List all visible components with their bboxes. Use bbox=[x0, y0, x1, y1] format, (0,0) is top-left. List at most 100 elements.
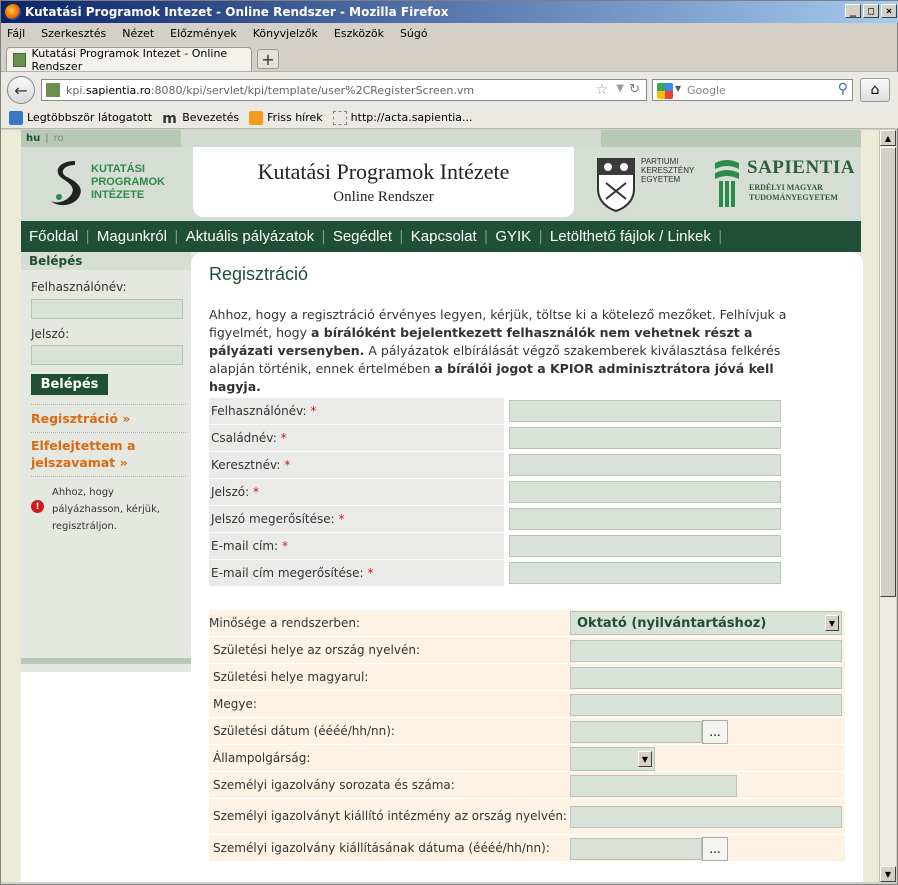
menu-bookmarks[interactable]: Könyvjelzők bbox=[253, 27, 318, 40]
id-issue-date-input[interactable] bbox=[570, 838, 702, 860]
form-label: Jelszó megerősítése: * bbox=[209, 506, 504, 533]
label-text: E-mail cím megerősítése: bbox=[211, 566, 364, 580]
lang-hu[interactable]: hu bbox=[26, 133, 40, 144]
nav-calls[interactable]: Aktuális pályázatok bbox=[186, 228, 314, 245]
username-input[interactable] bbox=[509, 400, 781, 422]
birthplace-native-input[interactable] bbox=[570, 640, 842, 662]
pke-line: KERESZTÉNY bbox=[641, 166, 695, 175]
login-heading: Belépés bbox=[21, 252, 191, 270]
county-input[interactable] bbox=[570, 694, 842, 716]
lang-separator: | bbox=[45, 133, 49, 144]
search-placeholder: Google bbox=[687, 83, 726, 97]
form-row-email-confirm: E-mail cím megerősítése: * bbox=[209, 560, 795, 587]
menu-help[interactable]: Súgó bbox=[400, 27, 428, 40]
nav-help[interactable]: Segédlet bbox=[333, 228, 392, 245]
main-content: Regisztráció Ahhoz, hogy a regisztráció … bbox=[191, 252, 863, 882]
required-mark: * bbox=[281, 539, 288, 553]
form-label: E-mail cím: * bbox=[209, 533, 504, 560]
vertical-scrollbar[interactable]: ▲ ▼ bbox=[879, 130, 896, 882]
search-bar[interactable]: ▼ Google ⚲ bbox=[652, 79, 853, 101]
scroll-thumb[interactable] bbox=[880, 147, 896, 597]
birthdate-picker-button[interactable]: ... bbox=[702, 720, 728, 744]
sapientia-sub-line: ERDÉLYI MAGYAR bbox=[749, 183, 823, 192]
bookmark-acta[interactable]: http://acta.sapientia... bbox=[332, 110, 473, 125]
url-dropdown-icon[interactable]: ▼ bbox=[616, 83, 624, 94]
email-confirm-input[interactable] bbox=[509, 562, 781, 584]
search-icon[interactable]: ⚲ bbox=[838, 81, 848, 97]
login-username-input[interactable] bbox=[31, 299, 183, 319]
nav-home[interactable]: Főoldal bbox=[29, 228, 78, 245]
menu-edit[interactable]: Szerkesztés bbox=[41, 27, 106, 40]
form-row-birthplace-hu: Születési helye magyarul: bbox=[209, 664, 845, 691]
nav-downloads[interactable]: Letölthető fájlok / Linkek bbox=[550, 228, 711, 245]
form-row-citizenship: Állampolgárság: ▼ bbox=[209, 745, 845, 772]
m-icon: m bbox=[162, 110, 177, 127]
id-issuer-input[interactable] bbox=[570, 806, 842, 828]
site-favicon-icon bbox=[13, 52, 26, 67]
id-issue-date-picker-button[interactable]: ... bbox=[702, 837, 728, 861]
minimize-button[interactable]: _ bbox=[845, 4, 861, 18]
url-path: :8080/kpi/servlet/kpi/template/user%2CRe… bbox=[150, 83, 475, 97]
password-input[interactable] bbox=[509, 481, 781, 503]
bookmark-intro[interactable]: m Bevezetés bbox=[162, 110, 239, 127]
login-password-input[interactable] bbox=[31, 345, 183, 365]
password-confirm-input[interactable] bbox=[509, 508, 781, 530]
pke-line: PARTIUMI bbox=[641, 157, 679, 166]
tab-active[interactable]: Kutatási Programok Intezet - Online Rend… bbox=[6, 46, 252, 73]
google-icon[interactable] bbox=[657, 83, 673, 99]
required-mark: * bbox=[338, 512, 345, 526]
scroll-down-icon[interactable]: ▼ bbox=[880, 866, 896, 882]
form-row-password-confirm: Jelszó megerősítése: * bbox=[209, 506, 795, 533]
birthdate-input[interactable] bbox=[570, 721, 702, 743]
label-text: Keresztnév: bbox=[211, 458, 281, 472]
bookmark-star-icon[interactable]: ☆ bbox=[595, 82, 608, 98]
form-row-lastname: Családnév: * bbox=[209, 425, 795, 452]
nav-contact[interactable]: Kapcsolat bbox=[411, 228, 477, 245]
reload-icon[interactable]: ↻ bbox=[629, 82, 640, 97]
form-row-id-series: Személyi igazolvány sorozata és száma: bbox=[209, 772, 845, 799]
nav-about[interactable]: Magunkról bbox=[97, 228, 167, 245]
window-title: Kutatási Programok Intezet - Online Rend… bbox=[25, 5, 449, 19]
bookmark-news[interactable]: Friss hírek bbox=[249, 110, 323, 125]
bookmark-most-visited[interactable]: Legtöbbször látogatott bbox=[9, 110, 152, 125]
sidebar-bottom-bar bbox=[21, 658, 191, 664]
menu-view[interactable]: Nézet bbox=[122, 27, 154, 40]
form-row-firstname: Keresztnév: * bbox=[209, 452, 795, 479]
warning-icon: ! bbox=[31, 500, 44, 513]
search-engine-dropdown-icon[interactable]: ▼ bbox=[675, 84, 681, 93]
home-button[interactable]: ⌂ bbox=[860, 78, 890, 102]
account-form: Felhasználónév: * Családnév: * Keresztné… bbox=[209, 398, 795, 587]
bookmark-label: http://acta.sapientia... bbox=[350, 111, 473, 124]
required-mark: * bbox=[310, 404, 317, 418]
register-link[interactable]: Regisztráció » bbox=[31, 410, 130, 427]
register-info-text: Ahhoz, hogy pályázhasson, kérjük, regisz… bbox=[52, 487, 161, 532]
url-bar[interactable]: kpi. sapientia.ro:8080/kpi/servlet/kpi/te… bbox=[41, 79, 647, 101]
id-series-label: Személyi igazolvány sorozata és száma: bbox=[209, 772, 567, 799]
close-button[interactable]: × bbox=[881, 4, 897, 18]
scroll-up-icon[interactable]: ▲ bbox=[880, 130, 896, 146]
kpi-logo-line: INTÉZETE bbox=[91, 189, 145, 201]
citizenship-select[interactable]: ▼ bbox=[570, 747, 655, 771]
lang-ro[interactable]: ro bbox=[54, 133, 64, 144]
back-button[interactable]: ← bbox=[7, 76, 35, 104]
email-input[interactable] bbox=[509, 535, 781, 557]
birthdate-label: Születési dátum (éééé/hh/nn): bbox=[209, 718, 567, 745]
menu-history[interactable]: Előzmények bbox=[170, 27, 237, 40]
maximize-button[interactable]: □ bbox=[863, 4, 879, 18]
form-label: Jelszó: * bbox=[209, 479, 504, 506]
nav-faq[interactable]: GYIK bbox=[495, 228, 531, 245]
login-button[interactable]: Belépés bbox=[31, 374, 108, 395]
role-select-value: Oktató (nyilvántartáshoz) bbox=[577, 615, 767, 631]
forgot-password-link[interactable]: Elfelejtettem a jelszavamat » bbox=[31, 437, 141, 471]
role-select[interactable]: Oktató (nyilvántartáshoz) ▼ bbox=[570, 611, 842, 635]
form-label: Családnév: * bbox=[209, 425, 504, 452]
lastname-input[interactable] bbox=[509, 427, 781, 449]
id-series-input[interactable] bbox=[570, 775, 737, 797]
birthplace-hu-input[interactable] bbox=[570, 667, 842, 689]
new-tab-button[interactable]: + bbox=[257, 49, 279, 69]
home-icon: ⌂ bbox=[870, 82, 880, 98]
menu-file[interactable]: Fájl bbox=[7, 27, 25, 40]
firstname-input[interactable] bbox=[509, 454, 781, 476]
tab-title: Kutatási Programok Intezet - Online Rend… bbox=[31, 46, 228, 73]
menu-tools[interactable]: Eszközök bbox=[334, 27, 384, 40]
